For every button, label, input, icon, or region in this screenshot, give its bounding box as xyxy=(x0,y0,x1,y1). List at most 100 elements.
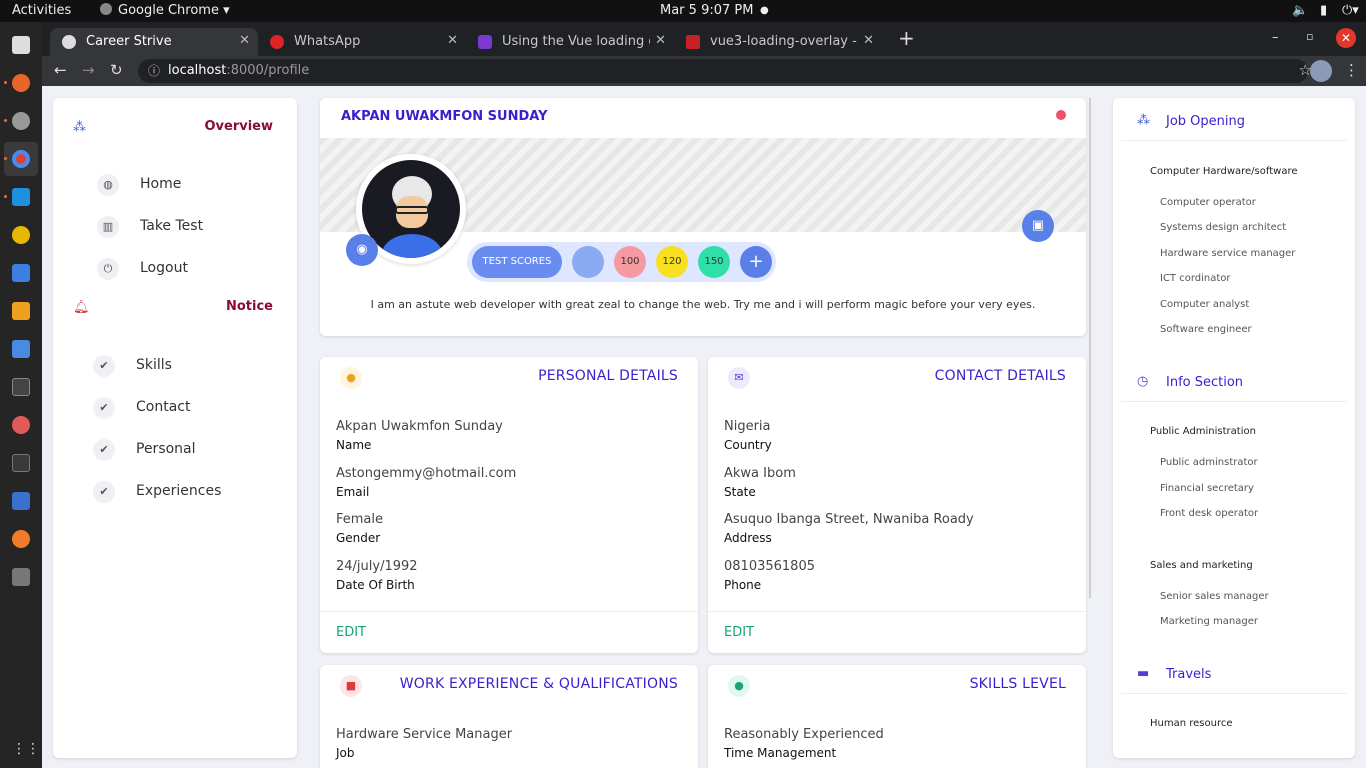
envelope-icon: ✉ xyxy=(728,367,750,389)
firefox-icon[interactable] xyxy=(12,74,30,92)
compass-icon[interactable] xyxy=(12,530,30,548)
bell-icon: 🔔︎ xyxy=(73,300,90,315)
scrollbar[interactable] xyxy=(1089,98,1091,598)
vscode-icon[interactable] xyxy=(12,188,30,206)
field-value: Nigeria xyxy=(724,419,771,434)
globe-icon xyxy=(62,35,76,49)
nav-home-label: Home xyxy=(140,176,182,192)
nav-logout-label: Logout xyxy=(140,260,188,276)
forward-button[interactable]: → xyxy=(82,61,95,79)
loading-spinner-icon: ⁂ xyxy=(1137,113,1150,128)
archive-icon[interactable] xyxy=(12,302,30,320)
address-bar-row: ← → ↻ ⓘ localhost:8000/profile ☆ ⋮ xyxy=(42,56,1366,86)
close-tab-icon[interactable]: ✕ xyxy=(863,33,874,48)
brain-icon: ● xyxy=(728,675,750,697)
menu-kebab-icon[interactable]: ⋮ xyxy=(1344,61,1359,79)
rhythmbox-icon[interactable] xyxy=(12,226,30,244)
settings-icon[interactable] xyxy=(12,112,30,130)
score-bubble[interactable]: 120 xyxy=(656,246,688,278)
maximize-button[interactable]: ▫ xyxy=(1306,30,1313,43)
job-opening-heading[interactable]: Job Opening xyxy=(1166,114,1245,129)
check-personal-label: Personal xyxy=(136,441,196,457)
back-button[interactable]: ← xyxy=(54,61,67,79)
travel-group: Human resource xyxy=(1150,718,1233,729)
test-scores-button[interactable]: TEST SCORES xyxy=(472,246,562,278)
new-tab-button[interactable]: + xyxy=(898,26,915,50)
notice-heading[interactable]: Notice xyxy=(226,299,273,314)
tab-career-strive[interactable]: Career Strive ✕ xyxy=(50,28,258,56)
divider xyxy=(1121,401,1347,402)
paint-icon[interactable] xyxy=(12,416,30,434)
files-icon[interactable] xyxy=(12,36,30,54)
checkmark-icon: ✔ xyxy=(93,397,115,419)
edit-contact-button[interactable]: EDIT xyxy=(724,625,754,640)
field-label: Country xyxy=(724,438,772,452)
score-bubble[interactable] xyxy=(572,246,604,278)
field-value: Akpan Uwakmfon Sunday xyxy=(336,419,503,434)
work-experience-title: WORK EXPERIENCE & QUALIFICATIONS xyxy=(399,676,678,692)
text-editor-icon[interactable] xyxy=(12,264,30,282)
info-item[interactable]: Senior sales manager xyxy=(1160,591,1269,602)
clock[interactable]: Mar 5 9:07 PM xyxy=(660,3,753,18)
profile-card: AKPAN UWAKMFON SUNDAY ◉ ▣ TEST SCORES 10… xyxy=(320,98,1086,336)
close-window-button[interactable]: ✕ xyxy=(1336,28,1356,48)
job-item[interactable]: Hardware service manager xyxy=(1160,248,1295,259)
tab-whatsapp[interactable]: WhatsApp ✕ xyxy=(258,28,466,56)
left-sidebar: ⁂ Overview ◍ Home ▥ Take Test ⏻ Logout 🔔… xyxy=(53,98,297,758)
image-icon[interactable]: ▣ xyxy=(1022,210,1054,242)
info-item[interactable]: Public adminstrator xyxy=(1160,457,1258,468)
job-item[interactable]: Computer operator xyxy=(1160,197,1256,208)
minimize-button[interactable]: – xyxy=(1272,30,1279,45)
tab-vue-loading[interactable]: Using the Vue loading ove ✕ xyxy=(466,28,674,56)
close-tab-icon[interactable]: ✕ xyxy=(447,33,458,48)
camera-icon[interactable]: ◉ xyxy=(346,234,378,266)
os-top-bar: Activities Google Chrome ▾ Mar 5 9:07 PM… xyxy=(0,0,1366,22)
checkmark-icon: ✔ xyxy=(93,439,115,461)
score-bubble[interactable]: 100 xyxy=(614,246,646,278)
running-indicator xyxy=(4,195,7,198)
screen-recorder-icon[interactable] xyxy=(12,492,30,510)
system-monitor-icon[interactable] xyxy=(12,454,30,472)
terminal-icon[interactable] xyxy=(12,378,30,396)
close-tab-icon[interactable]: ✕ xyxy=(655,33,666,48)
job-item[interactable]: ICT cordinator xyxy=(1160,273,1231,284)
travels-heading[interactable]: Travels xyxy=(1166,667,1211,682)
activities-button[interactable]: Activities xyxy=(12,3,71,18)
reload-button[interactable]: ↻ xyxy=(110,61,123,79)
omnibox[interactable]: ⓘ localhost:8000/profile ☆ xyxy=(138,59,1312,83)
app-grid-icon[interactable]: ⋮⋮ xyxy=(12,740,40,758)
power-icon: ⏻ xyxy=(97,258,119,280)
chrome-dock-icon[interactable] xyxy=(12,150,30,168)
screenshot-icon[interactable] xyxy=(12,340,30,358)
tab-npm[interactable]: vue3-loading-overlay - np ✕ xyxy=(674,28,882,56)
info-item[interactable]: Marketing manager xyxy=(1160,616,1258,627)
power-menu-icon[interactable]: ⏻▾ xyxy=(1342,3,1359,18)
info-icon[interactable]: ⓘ xyxy=(148,62,160,79)
battery-icon[interactable]: ▮ xyxy=(1320,3,1327,18)
disk-icon[interactable] xyxy=(12,568,30,586)
close-tab-icon[interactable]: ✕ xyxy=(239,33,250,48)
volume-icon[interactable]: 🔈 xyxy=(1292,3,1308,18)
info-section-heading[interactable]: Info Section xyxy=(1166,375,1243,390)
job-item[interactable]: Systems design architect xyxy=(1160,222,1286,233)
job-item[interactable]: Computer analyst xyxy=(1160,299,1249,310)
personal-details-title: PERSONAL DETAILS xyxy=(538,368,678,384)
tab-label: Using the Vue loading ove xyxy=(502,34,650,49)
running-indicator xyxy=(4,119,7,122)
field-value: Asuquo Ibanga Street, Nwaniba Roady xyxy=(724,512,974,527)
job-group: Computer Hardware/software xyxy=(1150,166,1298,177)
chrome-icon xyxy=(100,3,112,15)
app-menu[interactable]: Google Chrome ▾ xyxy=(100,3,230,18)
overview-heading[interactable]: Overview xyxy=(204,119,273,134)
profile-avatar[interactable] xyxy=(1310,60,1332,82)
info-group: Sales and marketing xyxy=(1150,560,1253,571)
job-item[interactable]: Software engineer xyxy=(1160,324,1252,335)
edit-personal-button[interactable]: EDIT xyxy=(336,625,366,640)
field-label: Phone xyxy=(724,578,762,592)
field-label: Address xyxy=(724,531,772,545)
info-item[interactable]: Front desk operator xyxy=(1160,508,1258,519)
info-item[interactable]: Financial secretary xyxy=(1160,483,1254,494)
browser-tab-bar: Career Strive ✕ WhatsApp ✕ Using the Vue… xyxy=(42,22,1366,56)
score-bubble[interactable]: 150 xyxy=(698,246,730,278)
add-score-button[interactable]: + xyxy=(740,246,772,278)
